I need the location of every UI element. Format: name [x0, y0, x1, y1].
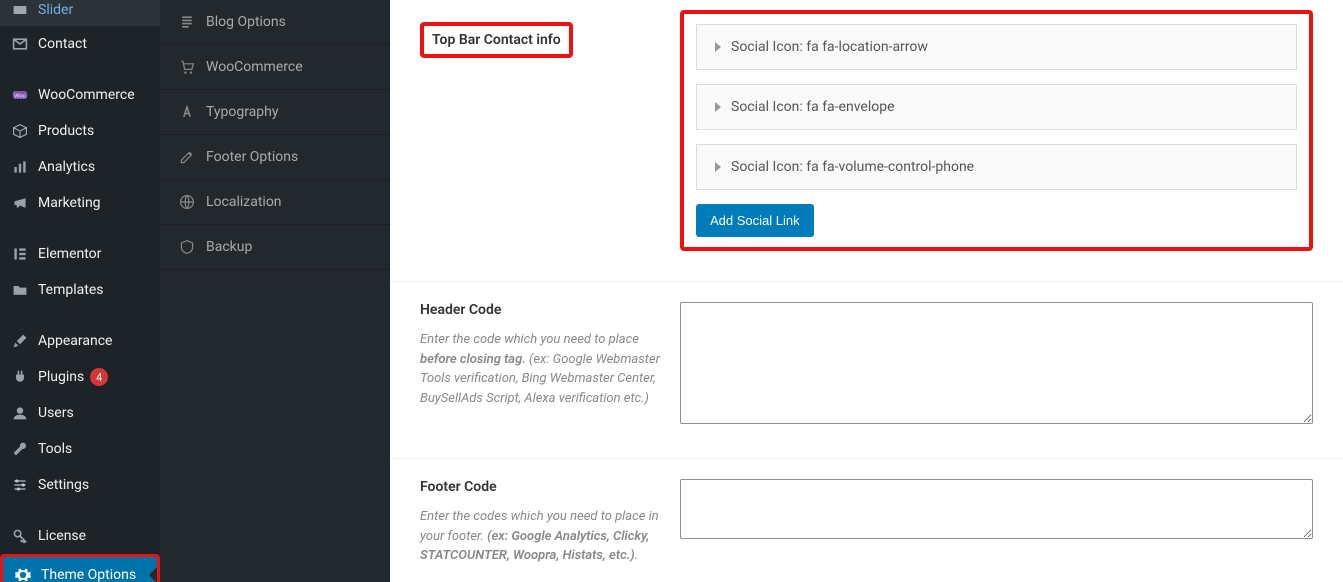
sidebar-item-plugins[interactable]: Plugins 4: [0, 359, 160, 395]
sidebar-item-label: Theme Options: [41, 567, 136, 582]
footer-code-title: Footer Code: [420, 479, 660, 495]
secondary-item-typography[interactable]: Typography: [160, 90, 390, 135]
secondary-item-label: Backup: [206, 239, 252, 255]
footer-code-desc: Enter the codes which you need to place …: [420, 507, 660, 566]
user-icon: [10, 403, 30, 423]
social-item-location[interactable]: Social Icon: fa fa-location-arrow: [696, 24, 1297, 70]
sidebar-item-label: Marketing: [38, 195, 101, 211]
woocommerce-icon: Woo: [10, 85, 30, 105]
envelope-icon: [10, 34, 30, 54]
cart-icon: [178, 59, 196, 75]
list-icon: [178, 14, 196, 30]
sidebar-item-label: Elementor: [38, 246, 101, 262]
social-item-label: Social Icon: fa fa-envelope: [731, 99, 895, 115]
font-icon: [178, 104, 196, 120]
shield-icon: [178, 239, 196, 255]
plug-icon: [10, 367, 30, 387]
sidebar-item-license[interactable]: License: [0, 518, 160, 554]
secondary-item-label: WooCommerce: [206, 59, 303, 75]
topbar-contact-label: Top Bar Contact info: [420, 22, 573, 58]
bar-chart-icon: [10, 157, 30, 177]
brush-icon: [10, 331, 30, 351]
secondary-item-label: Localization: [206, 194, 282, 210]
elementor-icon: [10, 244, 30, 264]
chevron-right-icon: [715, 42, 721, 52]
key-icon: [10, 526, 30, 546]
social-item-label: Social Icon: fa fa-volume-control-phone: [731, 159, 974, 175]
add-social-link-button[interactable]: Add Social Link: [696, 204, 814, 237]
globe-icon: [178, 194, 196, 210]
social-item-phone[interactable]: Social Icon: fa fa-volume-control-phone: [696, 144, 1297, 190]
main-content: Top Bar Contact info Social Icon: fa fa-…: [390, 0, 1343, 582]
social-item-envelope[interactable]: Social Icon: fa fa-envelope: [696, 84, 1297, 130]
secondary-item-label: Footer Options: [206, 149, 298, 165]
wrench-icon: [10, 439, 30, 459]
sidebar-item-woocommerce[interactable]: Woo WooCommerce: [0, 77, 160, 113]
header-code-textarea[interactable]: [680, 302, 1313, 424]
secondary-item-label: Typography: [206, 104, 278, 120]
sliders-icon: [10, 475, 30, 495]
active-arrow-icon: [141, 567, 157, 582]
secondary-item-localization[interactable]: Localization: [160, 180, 390, 225]
chevron-right-icon: [715, 102, 721, 112]
sidebar-item-label: Slider: [38, 2, 73, 18]
wp-admin-sidebar: Slider Contact Woo WooCommerce Products …: [0, 0, 160, 582]
sidebar-item-users[interactable]: Users: [0, 395, 160, 431]
sidebar-item-label: Appearance: [38, 333, 112, 349]
footer-code-textarea[interactable]: [680, 479, 1313, 539]
folder-icon: [10, 280, 30, 300]
header-code-desc: Enter the code which you need to place b…: [420, 330, 660, 408]
sidebar-item-settings[interactable]: Settings: [0, 467, 160, 503]
sidebar-item-marketing[interactable]: Marketing: [0, 185, 160, 221]
chevron-right-icon: [715, 162, 721, 172]
sidebar-item-analytics[interactable]: Analytics: [0, 149, 160, 185]
social-item-label: Social Icon: fa fa-location-arrow: [731, 39, 928, 55]
social-links-panel: Social Icon: fa fa-location-arrow Social…: [680, 10, 1313, 251]
sidebar-item-contact[interactable]: Contact: [0, 26, 160, 62]
secondary-item-blog-options[interactable]: Blog Options: [160, 0, 390, 45]
sidebar-item-label: Tools: [38, 441, 72, 457]
sidebar-item-products[interactable]: Products: [0, 113, 160, 149]
gear-icon: [13, 565, 33, 582]
sidebar-item-label: WooCommerce: [38, 87, 135, 103]
sidebar-item-appearance[interactable]: Appearance: [0, 323, 160, 359]
secondary-item-woocommerce[interactable]: WooCommerce: [160, 45, 390, 90]
theme-options-sidebar: Blog Options WooCommerce Typography Foot…: [160, 0, 390, 582]
sidebar-item-elementor[interactable]: Elementor: [0, 236, 160, 272]
plugins-update-badge: 4: [90, 368, 108, 386]
box-icon: [10, 121, 30, 141]
sidebar-item-label: License: [38, 528, 86, 544]
sidebar-item-tools[interactable]: Tools: [0, 431, 160, 467]
sidebar-item-label: Analytics: [38, 159, 95, 175]
sidebar-item-label: Settings: [38, 477, 89, 493]
edit-icon: [178, 149, 196, 165]
secondary-item-backup[interactable]: Backup: [160, 225, 390, 270]
sidebar-item-label: Plugins: [38, 369, 84, 385]
secondary-item-footer-options[interactable]: Footer Options: [160, 135, 390, 180]
sidebar-item-theme-options[interactable]: Theme Options: [0, 554, 160, 582]
sidebar-item-label: Contact: [38, 36, 87, 52]
sidebar-item-templates[interactable]: Templates: [0, 272, 160, 308]
slider-icon: [10, 0, 30, 20]
svg-text:Woo: Woo: [14, 93, 25, 99]
megaphone-icon: [10, 193, 30, 213]
sidebar-item-label: Users: [38, 405, 74, 421]
sidebar-item-label: Products: [38, 123, 94, 139]
header-code-title: Header Code: [420, 302, 660, 318]
sidebar-item-slider[interactable]: Slider: [0, 0, 160, 26]
sidebar-item-label: Templates: [38, 282, 104, 298]
secondary-item-label: Blog Options: [206, 14, 286, 30]
